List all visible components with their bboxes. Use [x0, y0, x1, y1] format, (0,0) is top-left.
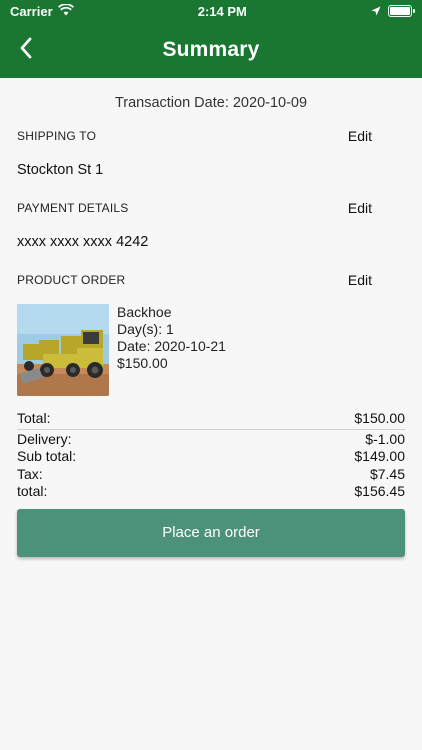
edit-payment-button[interactable]: Edit [348, 200, 372, 216]
product-days: Day(s): 1 [117, 321, 174, 337]
product-order-label: PRODUCT ORDER [17, 273, 126, 287]
product-section-header: PRODUCT ORDER Edit [17, 272, 405, 288]
edit-shipping-button[interactable]: Edit [348, 128, 372, 144]
back-button[interactable] [12, 36, 40, 64]
battery-icon [388, 5, 415, 17]
location-arrow-icon [371, 4, 381, 19]
payment-card: xxxx xxxx xxxx 4242 [17, 234, 149, 250]
tax-label: Tax: [17, 465, 43, 482]
app-screen: Carrier 2:14 PM Summary Transaction Date… [0, 0, 422, 750]
shipping-section-header: SHIPPING TO Edit [17, 128, 405, 144]
shipping-address: Stockton St 1 [17, 162, 104, 178]
clock: 2:14 PM [197, 3, 247, 19]
total-row: Total: $150.00 [17, 410, 405, 428]
product-name: Backhoe [117, 304, 172, 320]
grand-total-row: total: $156.45 [17, 483, 405, 501]
payment-section-header: PAYMENT DETAILS Edit [17, 200, 405, 216]
product-item[interactable]: Backhoe Day(s): 1 Date: 2020-10-21 $150.… [17, 304, 405, 396]
delivery-label: Delivery: [17, 430, 72, 447]
product-info: Backhoe Day(s): 1 Date: 2020-10-21 $150.… [117, 304, 226, 396]
delivery-value: $-1.00 [365, 430, 405, 447]
app-bar: Summary [0, 22, 422, 78]
grand-total-label: total: [17, 483, 48, 499]
summary-content: Transaction Date: 2020-10-09 SHIPPING TO… [0, 78, 422, 557]
shipping-label: SHIPPING TO [17, 129, 97, 143]
tax-row: Tax: $7.45 [17, 466, 405, 484]
status-left: Carrier [10, 2, 74, 19]
place-order-button[interactable]: Place an order [17, 508, 405, 557]
transaction-date: Transaction Date: 2020-10-09 [114, 95, 308, 111]
grand-total-value: $156.45 [354, 483, 405, 499]
totals-divider [17, 428, 405, 430]
header: Carrier 2:14 PM Summary [0, 0, 422, 78]
product-thumbnail [17, 304, 109, 396]
subtotal-value: $149.00 [354, 448, 405, 464]
total-value: $150.00 [354, 410, 405, 426]
tax-value: $7.45 [369, 465, 405, 482]
delivery-row: Delivery: $-1.00 [17, 431, 405, 449]
total-label: Total: [17, 410, 51, 426]
product-price: $150.00 [117, 355, 168, 371]
chevron-left-icon [19, 37, 33, 64]
product-date: Date: 2020-10-21 [117, 338, 226, 354]
totals-list: Total: $150.00 Delivery: $-1.00 Sub tota… [17, 410, 405, 501]
status-right [371, 4, 415, 19]
wifi-icon [57, 2, 74, 19]
page-title: Summary [162, 38, 260, 61]
subtotal-row: Sub total: $149.00 [17, 448, 405, 466]
edit-product-button[interactable]: Edit [348, 272, 372, 288]
carrier-label: Carrier [10, 3, 53, 19]
subtotal-label: Sub total: [17, 448, 77, 464]
payment-label: PAYMENT DETAILS [17, 201, 129, 215]
status-bar: Carrier 2:14 PM [0, 0, 422, 22]
